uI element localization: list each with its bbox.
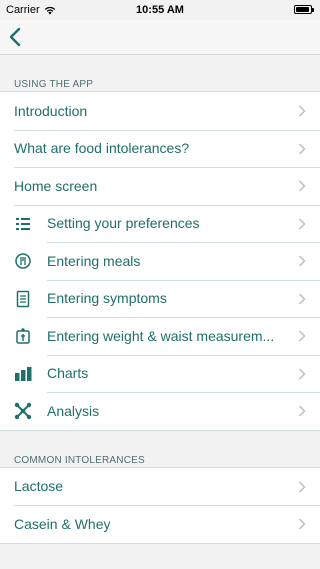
chevron-right-icon bbox=[298, 518, 306, 530]
row-label: Entering meals bbox=[47, 252, 141, 269]
back-button[interactable] bbox=[6, 24, 30, 50]
section-header-common-intolerances: COMMON INTOLERANCES bbox=[14, 454, 145, 466]
row-setting-preferences[interactable]: Setting your preferences bbox=[0, 204, 320, 242]
row-casein-whey[interactable]: Casein & Whey bbox=[0, 505, 320, 543]
analysis-icon bbox=[14, 402, 32, 420]
chevron-right-icon bbox=[298, 142, 306, 155]
status-time: 10:55 AM bbox=[136, 4, 184, 16]
chevron-left-icon bbox=[9, 27, 21, 47]
row-label: Charts bbox=[47, 365, 89, 382]
row-entering-meals[interactable]: Entering meals bbox=[0, 242, 320, 280]
section-using-the-app: Introduction What are food intolerances?… bbox=[0, 91, 320, 431]
section-header-using-the-app: USING THE APP bbox=[14, 79, 94, 90]
meal-icon bbox=[15, 253, 31, 269]
row-entering-symptoms[interactable]: Entering symptoms bbox=[0, 279, 320, 317]
row-lactose[interactable]: Lactose bbox=[0, 467, 320, 505]
preferences-icon bbox=[16, 217, 30, 230]
row-label: Setting your preferences bbox=[47, 215, 200, 232]
symptoms-icon bbox=[16, 290, 30, 307]
navigation-bar bbox=[0, 20, 320, 55]
chevron-right-icon bbox=[298, 180, 306, 192]
help-list: USING THE APP Introduction What are food… bbox=[0, 55, 320, 569]
row-label: What are food intolerances? bbox=[14, 140, 190, 157]
row-home-screen[interactable]: Home screen bbox=[0, 167, 320, 205]
row-label: Home screen bbox=[14, 177, 98, 194]
battery-icon bbox=[294, 5, 314, 14]
chevron-right-icon bbox=[298, 330, 306, 342]
chevron-right-icon bbox=[298, 255, 306, 267]
row-label: Entering symptoms bbox=[47, 290, 167, 307]
chevron-right-icon bbox=[298, 405, 306, 417]
weight-icon bbox=[16, 328, 30, 344]
chevron-right-icon bbox=[298, 105, 306, 117]
row-entering-weight[interactable]: Entering weight & waist measurem... bbox=[0, 317, 320, 355]
row-charts[interactable]: Charts bbox=[0, 354, 320, 392]
row-label: Entering weight & waist measurem... bbox=[47, 327, 275, 344]
row-label: Casein & Whey bbox=[14, 515, 111, 532]
row-label: Analysis bbox=[47, 402, 100, 419]
chevron-right-icon bbox=[298, 480, 306, 493]
status-bar: Carrier 10:55 AM bbox=[0, 0, 320, 20]
chevron-right-icon bbox=[298, 217, 306, 230]
row-analysis[interactable]: Analysis bbox=[0, 392, 320, 430]
row-label: Lactose bbox=[14, 478, 64, 495]
section-common-intolerances: Lactose Casein & Whey bbox=[0, 466, 320, 544]
chevron-right-icon bbox=[298, 292, 306, 305]
chevron-right-icon bbox=[298, 367, 306, 380]
row-food-intolerances[interactable]: What are food intolerances? bbox=[0, 129, 320, 167]
chart-icon bbox=[15, 366, 32, 381]
row-label: Introduction bbox=[14, 102, 88, 119]
row-introduction[interactable]: Introduction bbox=[0, 92, 320, 130]
